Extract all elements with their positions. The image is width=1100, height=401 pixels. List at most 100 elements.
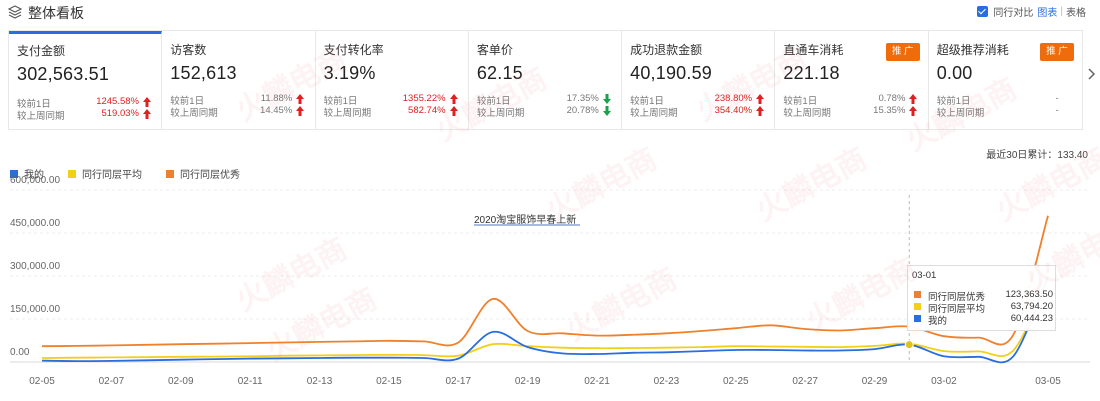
kpi-card[interactable]: 成功退款金额 40,190.59 较前1日 238.80% 较上周同期 354.40% [622, 31, 776, 129]
x-tick-label: 02-15 [376, 376, 402, 387]
x-tick-label: 02-21 [584, 376, 610, 387]
x-tick-label: 02-27 [792, 376, 818, 387]
tooltip-row: 我的 60,444.23 [914, 313, 1053, 327]
legend-item[interactable]: 同行同层平均 [68, 166, 142, 181]
x-tick-label: 02-09 [167, 376, 194, 387]
kpi-strip: 支付金额 302,563.51 较前1日 1245.58% 较上周同期 519.03% 访客… [8, 30, 1083, 130]
kpi-name: 客单价 [476, 43, 513, 57]
tooltip-swatch [914, 315, 921, 322]
tooltip-series-value: 123,363.50 [1005, 289, 1053, 300]
kpi-week-label: 较上周同期 [476, 108, 525, 119]
x-tick-label: 03-02 [931, 376, 957, 387]
kpi-week-compare: 较上周同期 582.74% [323, 105, 462, 119]
chevron-right-icon[interactable] [1088, 68, 1096, 80]
kpi-week-compare: 较上周同期 14.45% [170, 105, 308, 119]
kpi-value: 0.00 [936, 63, 973, 83]
x-tick-label: 02-17 [445, 376, 472, 387]
arrow-down-icon [602, 106, 611, 116]
kpi-day-pct: 238.80% [714, 93, 753, 104]
table-view-link[interactable]: 表格 [1066, 4, 1086, 19]
x-tick-label: 02-29 [861, 376, 888, 387]
kpi-week-label: 较上周同期 [936, 108, 985, 119]
arrow-up-icon [143, 109, 151, 119]
kpi-card[interactable]: 支付转化率 3.19% 较前1日 1355.22% 较上周同期 582.74% [316, 31, 469, 129]
dashboard-header: 整体看板 同行对比 图表 | 表格 [0, 0, 1100, 24]
arrow-down-icon [602, 94, 611, 104]
kpi-name: 访客数 [170, 43, 207, 57]
kpi-value: 221.18 [783, 63, 840, 83]
x-tick-label: 02-23 [653, 376, 680, 387]
arrow-up-icon [296, 94, 305, 104]
chart-view-link[interactable]: 图表 [1037, 4, 1057, 19]
kpi-week-compare: 较上周同期 15.35% [783, 105, 921, 119]
x-tick-label: 02-05 [29, 376, 55, 387]
kpi-day-pct: 1355.22% [402, 93, 446, 104]
x-tick-label: 02-25 [722, 376, 749, 387]
kpi-day-compare: 较前1日 0.78% [783, 93, 921, 107]
kpi-week-label: 较上周同期 [783, 108, 831, 119]
kpi-week-label: 较上周同期 [17, 111, 65, 122]
kpi-day-compare: 较前1日 17.35% [477, 93, 615, 107]
tooltip-series-value: 60,444.23 [1010, 313, 1053, 324]
kpi-day-pct: 0.78% [878, 93, 906, 104]
kpi-day-compare: 较前1日 - [937, 93, 1075, 107]
kpi-name: 支付金额 [17, 44, 66, 58]
legend-swatch [166, 169, 174, 178]
kpi-value: 40,190.59 [630, 63, 713, 83]
thirty-day-total: 最近30日累计：133.40 [986, 150, 1088, 161]
kpi-week-pct: 582.74% [408, 105, 446, 116]
annotation-underline [474, 224, 580, 226]
x-tick-label: 02-19 [514, 376, 541, 387]
hover-point-marker [904, 340, 914, 350]
y-tick-label: 150,000.00 [10, 304, 61, 315]
kpi-card[interactable]: 客单价 62.15 较前1日 17.35% 较上周同期 20.78% [469, 31, 623, 129]
promote-button[interactable]: 推 广 [1039, 43, 1074, 61]
arrow-up-icon [449, 106, 458, 116]
kpi-week-pct: 519.03% [101, 108, 139, 119]
arrow-up-icon [143, 97, 151, 107]
kpi-day-compare: 较前1日 1355.22% [324, 93, 462, 107]
arrow-up-icon [909, 94, 918, 104]
x-tick-label: 02-13 [306, 376, 333, 387]
kpi-card[interactable]: 直通车消耗 221.18 推 广较前1日 0.78% 较上周同期 15.35% [775, 31, 929, 129]
kpi-card[interactable]: 访客数 152,613 较前1日 11.88% 较上周同期 14.45% [162, 31, 316, 129]
tooltip-date: 03-01 [912, 270, 937, 281]
legend-swatch [68, 169, 76, 178]
y-tick-label: 0.00 [10, 347, 30, 358]
x-tick-label: 02-07 [98, 376, 125, 387]
kpi-name: 成功退款金额 [630, 43, 703, 57]
kpi-value: 302,563.51 [17, 64, 110, 84]
x-tick-label: 03-05 [1035, 376, 1061, 387]
chart-tooltip: 03-01 同行同层优秀 123,363.50 同行同层平均 63,794.20 我的 6… [907, 265, 1056, 331]
x-tick-label: 02-11 [237, 376, 263, 387]
kpi-day-pct: - [1055, 93, 1059, 104]
legend-item[interactable]: 同行同层优秀 [166, 166, 240, 181]
kpi-day-pct: 11.88% [260, 93, 293, 104]
tooltip-swatch [914, 303, 921, 310]
arrow-up-icon [909, 106, 918, 116]
kpi-card[interactable]: 超级推荐消耗 0.00 推 广较前1日 - 较上周同期 - [929, 31, 1082, 129]
kpi-value: 152,613 [170, 63, 237, 83]
legend-label: 同行同层优秀 [180, 170, 240, 181]
arrow-up-icon [449, 94, 458, 104]
y-tick-label: 300,000.00 [10, 261, 61, 272]
view-separator: | [1060, 6, 1063, 17]
view-controls: 同行对比 图表 | 表格 [977, 4, 1086, 19]
kpi-week-label: 较上周同期 [630, 108, 678, 119]
tooltip-series-value: 63,794.20 [1010, 301, 1053, 312]
kpi-week-pct: - [1055, 105, 1059, 116]
tooltip-row: 同行同层平均 63,794.20 [914, 301, 1053, 315]
peer-compare-label[interactable]: 同行对比 [993, 4, 1033, 19]
kpi-week-compare: 较上周同期 354.40% [630, 105, 768, 119]
kpi-day-compare: 较前1日 238.80% [630, 93, 768, 107]
promote-button[interactable]: 推 广 [885, 43, 920, 61]
tooltip-row: 同行同层优秀 123,363.50 [914, 289, 1053, 303]
kpi-week-pct: 14.45% [260, 105, 293, 116]
peer-compare-checkbox[interactable] [977, 6, 989, 17]
y-tick-label: 600,000.00 [10, 175, 61, 186]
kpi-name: 支付转化率 [323, 43, 384, 57]
kpi-card[interactable]: 支付金额 302,563.51 较前1日 1245.58% 较上周同期 519.03% [9, 31, 163, 129]
arrow-up-icon [756, 94, 765, 104]
kpi-week-label: 较上周同期 [323, 108, 372, 119]
tooltip-swatch [914, 291, 921, 298]
